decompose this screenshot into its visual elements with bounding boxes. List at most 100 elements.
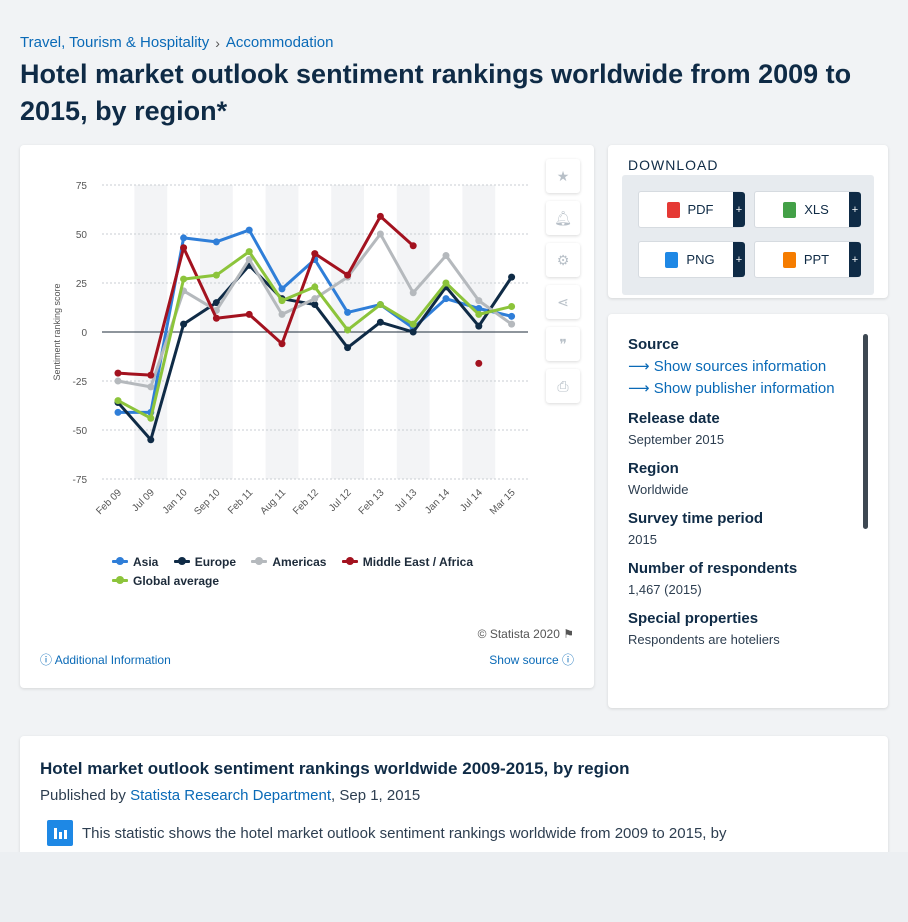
data-point-global-average: [475, 310, 483, 318]
additional-information-label: Additional Information: [54, 653, 171, 667]
show-publisher-label: Show publisher information: [653, 380, 835, 397]
pdf-file-icon: [666, 201, 680, 218]
y-tick-label: 50: [76, 230, 88, 241]
additional-information-link[interactable]: ⓘ Additional Information: [40, 651, 171, 668]
download-ppt-label: PPT: [803, 252, 830, 267]
description-text: This statistic shows the hotel market ou…: [82, 825, 727, 842]
flag-icon[interactable]: ⚑: [563, 627, 574, 641]
info-icon: ⓘ: [40, 653, 53, 667]
data-point-global-average: [278, 297, 286, 305]
xls-file-icon: [783, 201, 797, 218]
data-point-europe: [147, 436, 155, 444]
published-by: Published by Statista Research Departmen…: [40, 787, 420, 804]
bar-chart-icon: [54, 828, 67, 839]
chart-actions: ★ 🔔︎ ⚙ ⋖ ❞ ⎙: [546, 159, 582, 411]
download-xls-button[interactable]: XLS +: [754, 191, 861, 228]
data-point-europe: [180, 320, 188, 328]
download-pdf-label: PDF: [687, 202, 714, 217]
legend-label: Europe: [194, 554, 237, 569]
share-icon[interactable]: ⋖: [546, 285, 580, 319]
x-tick-label: Feb 09: [94, 487, 124, 517]
legend-item-middle-east-africa[interactable]: Middle East / Africa: [341, 552, 474, 571]
data-point-middle-east-africa: [475, 359, 483, 367]
plus-icon: +: [849, 192, 861, 227]
legend-item-europe[interactable]: Europe: [173, 552, 237, 571]
favorite-star-icon[interactable]: ★: [546, 159, 580, 193]
x-tick-label: Jul 14: [458, 487, 485, 514]
y-tick-label: 0: [81, 328, 87, 339]
download-pdf-button[interactable]: PDF +: [638, 191, 745, 228]
chart-card: 75 50 25 0 -25 -50 -75 Sentiment ranking score F…: [20, 145, 594, 688]
download-png-label: PNG: [686, 252, 715, 267]
print-icon[interactable]: ⎙: [546, 369, 580, 403]
breadcrumb-accommodation[interactable]: Accommodation: [226, 34, 334, 51]
data-point-global-average: [376, 301, 384, 309]
breadcrumb: Travel, Tourism & Hospitality › Accommod…: [20, 34, 333, 51]
data-point-middle-east-africa: [311, 250, 319, 258]
data-point-europe: [376, 318, 384, 326]
meta-card: Source ⟶ Show sources information ⟶ Show…: [608, 314, 888, 708]
survey-period-label: Survey time period: [628, 510, 764, 527]
legend-swatch-middle-east-africa: [341, 557, 358, 565]
published-date: , Sep 1, 2015: [331, 787, 421, 804]
legend-item-asia[interactable]: Asia: [112, 552, 158, 571]
bell-icon[interactable]: 🔔︎: [546, 201, 580, 235]
legend-label: Global average: [133, 573, 220, 588]
data-point-middle-east-africa: [278, 340, 286, 348]
data-point-middle-east-africa: [180, 244, 188, 252]
x-tick-label: Feb 12: [291, 487, 321, 517]
survey-period-value: 2015: [628, 532, 657, 547]
data-point-global-average: [180, 275, 188, 283]
legend-swatch-europe: [173, 557, 190, 565]
x-tick-label: Jul 09: [130, 487, 157, 514]
data-point-global-average: [344, 326, 352, 334]
show-publisher-link[interactable]: ⟶ Show publisher information: [628, 379, 858, 397]
data-point-middle-east-africa: [245, 310, 253, 318]
y-axis-label: Sentiment ranking score: [52, 283, 62, 380]
data-point-europe: [409, 328, 417, 336]
show-source-link[interactable]: Show source ⓘ: [489, 651, 574, 668]
download-ppt-button[interactable]: PPT +: [754, 241, 861, 278]
legend-item-global-average[interactable]: Global average: [112, 571, 219, 590]
plus-icon: +: [733, 192, 745, 227]
x-tick-label: Sep 10: [192, 487, 222, 517]
download-xls-label: XLS: [804, 202, 829, 217]
gear-icon[interactable]: ⚙: [546, 243, 580, 277]
respondents-value: 1,467 (2015): [628, 582, 702, 597]
y-tick-label: -25: [73, 377, 88, 388]
data-point-global-average: [212, 271, 220, 279]
y-tick-label: 25: [76, 279, 88, 290]
download-title: DOWNLOAD: [628, 157, 719, 173]
info-icon: ⓘ: [561, 653, 574, 667]
legend-label: Middle East / Africa: [362, 554, 474, 569]
quote-icon[interactable]: ❞: [546, 327, 580, 361]
plus-icon: +: [733, 242, 745, 277]
data-point-global-average: [245, 248, 253, 256]
x-tick-label: Feb 11: [226, 487, 256, 517]
bottom-bar: [0, 852, 908, 922]
legend-swatch-americas: [251, 557, 268, 565]
line-chart: 75 50 25 0 -25 -50 -75 Sentiment ranking score F…: [52, 181, 528, 518]
legend-label: Asia: [133, 554, 159, 569]
x-tick-label: Jul 12: [327, 487, 354, 514]
special-properties-label: Special properties: [628, 610, 759, 627]
page-title: Hotel market outlook sentiment rankings …: [20, 59, 852, 126]
data-point-asia: [278, 285, 286, 293]
ppt-file-icon: [782, 251, 796, 268]
legend-item-americas[interactable]: Americas: [251, 552, 326, 571]
data-point-middle-east-africa: [376, 212, 384, 220]
data-point-americas: [278, 310, 286, 318]
data-point-middle-east-africa: [147, 371, 155, 379]
breadcrumb-travel[interactable]: Travel, Tourism & Hospitality: [20, 34, 209, 51]
x-tick-label: Jan 14: [423, 487, 452, 516]
data-point-europe: [344, 344, 352, 352]
series-line-europe: [116, 263, 513, 442]
data-point-asia: [245, 226, 253, 234]
png-file-icon: [665, 251, 679, 268]
data-point-americas: [376, 230, 384, 238]
publisher-link[interactable]: Statista Research Department: [130, 787, 331, 804]
show-sources-link[interactable]: ⟶ Show sources information: [628, 357, 858, 375]
meta-scrollbar[interactable]: [863, 334, 868, 529]
y-tick-label: -75: [73, 475, 88, 486]
download-png-button[interactable]: PNG +: [638, 241, 745, 278]
